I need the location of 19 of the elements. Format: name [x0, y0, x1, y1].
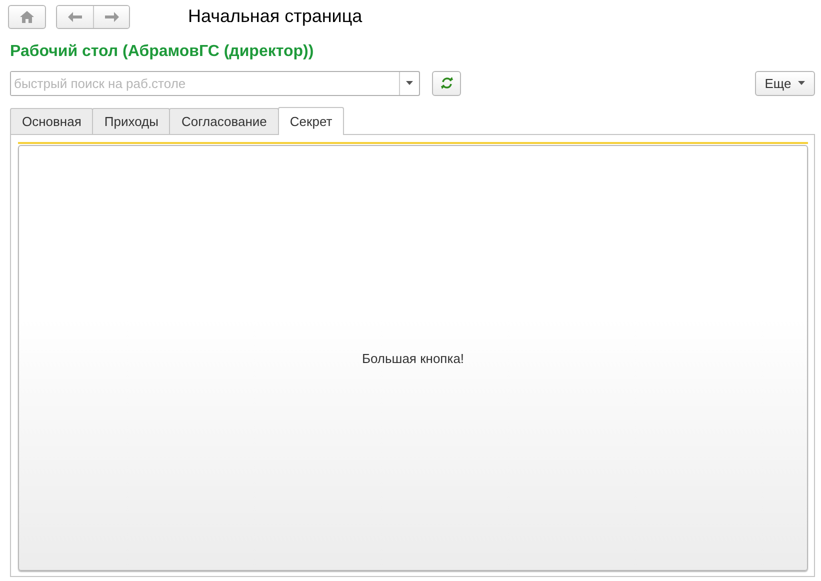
tab[interactable]: Приходы — [92, 108, 170, 134]
home-button[interactable] — [8, 4, 46, 28]
tab[interactable]: Основная — [10, 108, 94, 134]
refresh-icon — [440, 77, 454, 89]
forward-button[interactable] — [93, 6, 129, 28]
caret-icon — [406, 81, 413, 85]
tab[interactable]: Секрет — [278, 107, 344, 135]
refresh-button[interactable] — [432, 70, 461, 96]
window-title: Начальная страница — [188, 6, 362, 27]
home-icon — [20, 10, 34, 22]
big-button[interactable]: Большая кнопка! — [18, 145, 808, 571]
search-field[interactable]: быстрый поиск на раб.столе — [10, 70, 420, 96]
tab[interactable]: Согласование — [169, 108, 279, 134]
page-heading: Рабочий стол (АбрамовГС (директор)) — [10, 43, 315, 62]
more-button[interactable]: Еще — [755, 70, 815, 96]
caret-icon — [798, 81, 806, 85]
back-button[interactable] — [57, 6, 93, 28]
forward-arrow-icon — [104, 12, 118, 22]
back-arrow-icon — [68, 12, 82, 22]
